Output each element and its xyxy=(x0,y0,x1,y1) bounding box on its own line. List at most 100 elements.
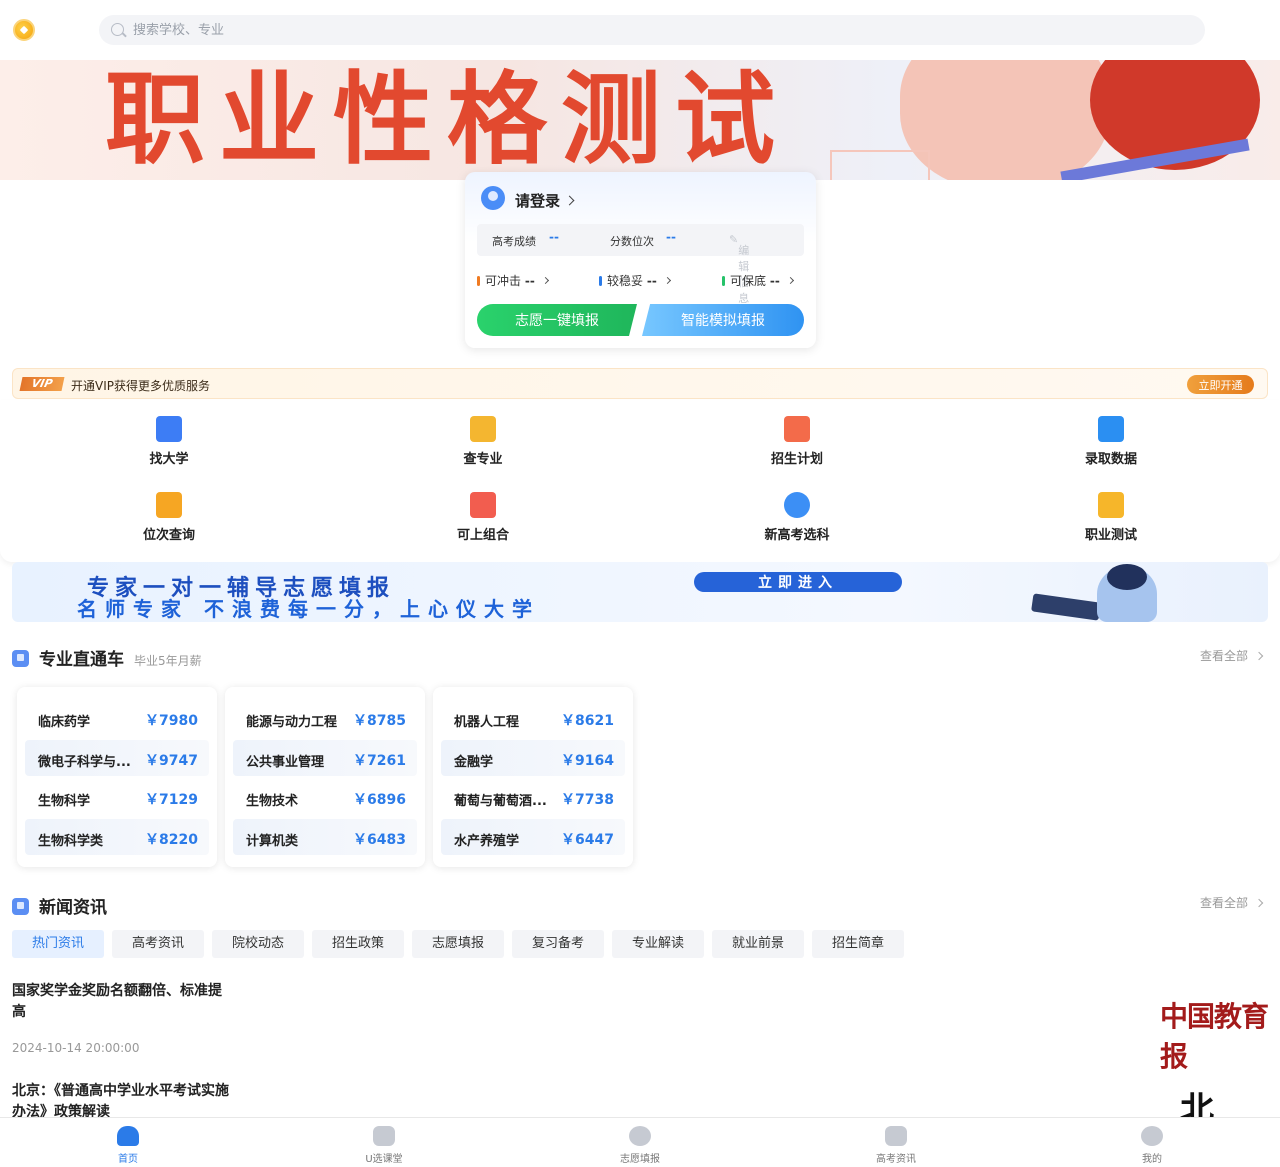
tab-gaokao-news[interactable]: 高考资讯 xyxy=(112,930,204,958)
hero-banner[interactable]: 职业性格测试 xyxy=(0,60,1280,180)
tab-hot-news[interactable]: 热门资讯 xyxy=(12,930,104,958)
one-click-apply-button[interactable]: 志愿一键填报 xyxy=(477,304,637,336)
major-salary: ￥7129 xyxy=(145,792,198,808)
search-bar[interactable] xyxy=(99,15,1205,45)
nav-news[interactable]: 高考资讯 xyxy=(856,1126,936,1165)
menu-label: 查专业 xyxy=(463,452,503,467)
app-logo-icon[interactable] xyxy=(13,19,35,41)
major-salary: ￥9164 xyxy=(561,753,614,769)
tab-volunteer-filling[interactable]: 志愿填报 xyxy=(412,930,504,958)
menu-item-rank-query[interactable]: 位次查询 xyxy=(109,492,229,548)
stable-indicator xyxy=(599,276,602,286)
login-link[interactable]: 请登录 xyxy=(515,190,575,211)
major-salary: ￥7261 xyxy=(353,753,406,769)
major-row[interactable]: 生物技术 ￥6896 xyxy=(233,779,417,815)
tab-exam-prep[interactable]: 复习备考 xyxy=(512,930,604,958)
edit-info-link[interactable]: ✎ 编辑信息 xyxy=(729,233,749,305)
majors-view-all-link[interactable]: 查看全部 xyxy=(1200,647,1264,664)
tab-employment[interactable]: 就业前景 xyxy=(712,930,804,958)
major-row[interactable]: 生物科学 ￥7129 xyxy=(25,779,209,815)
menu-item-combination[interactable]: 可上组合 xyxy=(423,492,543,548)
view-all-label: 查看全部 xyxy=(1199,896,1248,910)
major-name: 计算机类 xyxy=(246,834,299,849)
expert-banner[interactable]: 专家一对一辅导志愿填报 名师专家 不浪费每一分，上心仪大学 立即进入 xyxy=(12,562,1268,622)
menu-item-find-university[interactable]: 找大学 xyxy=(109,416,229,472)
major-card: 机器人工程 ￥8621 金融学 ￥9164 葡萄与葡萄酒... ￥7738 水产养殖学… xyxy=(433,687,633,867)
combination-icon xyxy=(470,492,496,518)
major-salary: ￥6896 xyxy=(353,792,406,808)
nav-volunteer[interactable]: 志愿填报 xyxy=(600,1126,680,1165)
train-icon xyxy=(12,650,29,667)
major-row[interactable]: 公共事业管理 ￥7261 xyxy=(233,740,417,776)
nav-classroom[interactable]: U选课堂 xyxy=(344,1126,424,1165)
rank-value: -- xyxy=(666,230,676,244)
chevron-right-icon xyxy=(1254,651,1264,661)
major-row[interactable]: 微电子科学与... ￥9747 xyxy=(25,740,209,776)
menu-label: 职业测试 xyxy=(1084,528,1137,543)
menu-item-subject-selection[interactable]: 新高考选科 xyxy=(737,492,857,548)
major-row[interactable]: 金融学 ￥9164 xyxy=(441,740,625,776)
tab-enrollment-brochure[interactable]: 招生简章 xyxy=(812,930,904,958)
chance-safe-value: -- xyxy=(769,274,780,288)
major-row[interactable]: 能源与动力工程 ￥8785 xyxy=(233,700,417,736)
search-input[interactable] xyxy=(133,20,733,40)
tab-enrollment-policy[interactable]: 招生政策 xyxy=(312,930,404,958)
vip-text: 开通VIP获得更多优质服务 xyxy=(71,379,210,393)
major-card: 临床药学 ￥7980 微电子科学与... ￥9747 生物科学 ￥7129 生物科学类… xyxy=(17,687,217,867)
career-test-icon xyxy=(1098,492,1124,518)
hero-decoration xyxy=(900,60,1110,180)
major-salary: ￥9747 xyxy=(145,753,198,769)
news-icon xyxy=(885,1126,907,1146)
major-row[interactable]: 生物科学类 ￥8220 xyxy=(25,819,209,855)
function-menu: 找大学 查专业 招生计划 录取数据 位次查询 可上组合 新高考选科 职业测试 xyxy=(0,400,1280,562)
major-name: 葡萄与葡萄酒... xyxy=(454,794,547,809)
chance-rush[interactable]: 可冲击 -- xyxy=(477,272,549,289)
majors-subtitle: 毕业5年月薪 xyxy=(134,654,202,668)
major-name: 机器人工程 xyxy=(454,715,520,730)
top-bar xyxy=(0,0,1280,60)
news-source-logo[interactable]: 中国教育报 xyxy=(1160,995,1280,1075)
vip-open-button[interactable]: 立即开通 xyxy=(1187,375,1254,394)
profile-icon xyxy=(1141,1126,1163,1146)
major-row[interactable]: 临床药学 ￥7980 xyxy=(25,700,209,736)
menu-label: 新高考选科 xyxy=(764,528,830,543)
chance-stable-label: 较稳妥 xyxy=(607,274,644,288)
menu-label: 找大学 xyxy=(149,452,189,467)
menu-item-admission-data[interactable]: 录取数据 xyxy=(1051,416,1171,472)
major-name: 微电子科学与... xyxy=(38,755,131,770)
menu-item-enrollment-plan[interactable]: 招生计划 xyxy=(737,416,857,472)
chance-safe[interactable]: 可保底 -- xyxy=(722,272,794,289)
smart-simulate-button[interactable]: 智能模拟填报 xyxy=(642,304,804,336)
major-row[interactable]: 机器人工程 ￥8621 xyxy=(441,700,625,736)
major-row[interactable]: 葡萄与葡萄酒... ￥7738 xyxy=(441,779,625,815)
chance-stable-value: -- xyxy=(646,274,657,288)
major-row[interactable]: 计算机类 ￥6483 xyxy=(233,819,417,855)
menu-label: 可上组合 xyxy=(456,528,509,543)
menu-label: 录取数据 xyxy=(1084,452,1137,467)
tab-major-analysis[interactable]: 专业解读 xyxy=(612,930,704,958)
menu-item-find-major[interactable]: 查专业 xyxy=(423,416,543,472)
majors-section-title: 专业直通车 毕业5年月薪 xyxy=(12,645,202,670)
nav-home[interactable]: 首页 xyxy=(88,1126,168,1165)
nav-profile[interactable]: 我的 xyxy=(1112,1126,1192,1165)
news-view-all-link[interactable]: 查看全部 xyxy=(1199,894,1264,911)
news-item-title[interactable]: 国家奖学金奖励名额翻倍、标准提高 xyxy=(12,981,232,1023)
tab-school-news[interactable]: 院校动态 xyxy=(212,930,304,958)
vip-badge: VIP xyxy=(19,377,65,391)
chance-stable[interactable]: 较稳妥 -- xyxy=(599,272,671,289)
vip-banner[interactable]: VIP 开通VIP获得更多优质服务 立即开通 xyxy=(12,368,1268,399)
chevron-right-icon xyxy=(786,276,794,285)
menu-item-career-test[interactable]: 职业测试 xyxy=(1051,492,1171,548)
login-label: 请登录 xyxy=(515,192,561,210)
chevron-right-icon xyxy=(663,276,671,285)
major-name: 金融学 xyxy=(454,755,494,770)
expert-enter-button[interactable]: 立即进入 xyxy=(694,572,902,592)
menu-label: 招生计划 xyxy=(770,452,823,467)
university-icon xyxy=(156,416,182,442)
score-info-row[interactable]: 高考成绩 -- 分数位次 -- ✎ 编辑信息 xyxy=(477,224,804,305)
score-label: 高考成绩 xyxy=(492,235,536,248)
major-row[interactable]: 水产养殖学 ￥6447 xyxy=(441,819,625,855)
enrollment-plan-icon xyxy=(784,416,810,442)
major-name: 能源与动力工程 xyxy=(246,715,338,730)
major-salary: ￥6447 xyxy=(561,832,614,848)
